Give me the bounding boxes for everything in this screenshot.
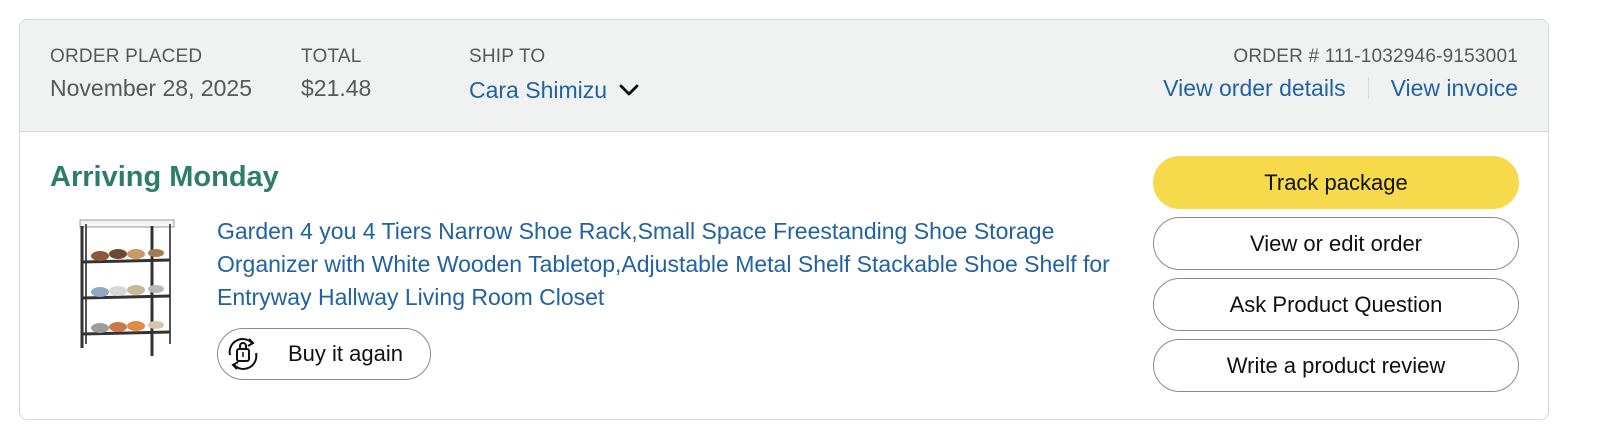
order-placed-date: November 28, 2025 bbox=[50, 75, 253, 101]
order-actions: Track package View or edit order Ask Pro… bbox=[1153, 156, 1519, 400]
ask-product-question-button[interactable]: Ask Product Question bbox=[1153, 278, 1519, 331]
product-title-link[interactable]: Garden 4 you 4 Tiers Narrow Shoe Rack,Sm… bbox=[217, 215, 1122, 314]
order-total-value: $21.48 bbox=[301, 75, 372, 101]
ship-to-group: SHIP TO Cara Shimizu bbox=[469, 46, 639, 104]
order-placed-label: ORDER PLACED bbox=[50, 46, 203, 67]
order-number: ORDER # 111-1032946-9153001 bbox=[1233, 46, 1518, 67]
link-divider bbox=[1367, 77, 1369, 99]
order-header: ORDER PLACED November 28, 2025 TOTAL $21… bbox=[20, 20, 1548, 132]
delivery-status: Arriving Monday bbox=[50, 161, 279, 193]
order-card: ORDER PLACED November 28, 2025 TOTAL $21… bbox=[19, 19, 1549, 420]
buy-it-again-button[interactable]: Buy it again bbox=[217, 328, 431, 380]
order-links: View order details View invoice bbox=[1163, 74, 1518, 102]
reorder-bag-icon bbox=[228, 338, 258, 370]
view-edit-order-button[interactable]: View or edit order bbox=[1153, 217, 1519, 270]
order-total-label: TOTAL bbox=[301, 46, 362, 67]
track-package-button[interactable]: Track package bbox=[1153, 156, 1519, 209]
order-number-group: ORDER # 111-1032946-9153001 View order d… bbox=[1163, 46, 1518, 102]
buy-it-again-label: Buy it again bbox=[288, 341, 403, 366]
order-placed-group: ORDER PLACED November 28, 2025 bbox=[50, 46, 252, 102]
ship-to-dropdown[interactable]: Cara Shimizu bbox=[469, 76, 639, 104]
view-order-details-link[interactable]: View order details bbox=[1163, 74, 1345, 102]
product-image[interactable] bbox=[72, 216, 182, 358]
view-invoice-link[interactable]: View invoice bbox=[1391, 74, 1518, 102]
write-review-button[interactable]: Write a product review bbox=[1153, 339, 1519, 392]
chevron-down-icon bbox=[619, 84, 639, 96]
ship-to-name: Cara Shimizu bbox=[469, 77, 608, 103]
ship-to-label: SHIP TO bbox=[469, 46, 546, 67]
order-total-group: TOTAL $21.48 bbox=[301, 46, 371, 102]
